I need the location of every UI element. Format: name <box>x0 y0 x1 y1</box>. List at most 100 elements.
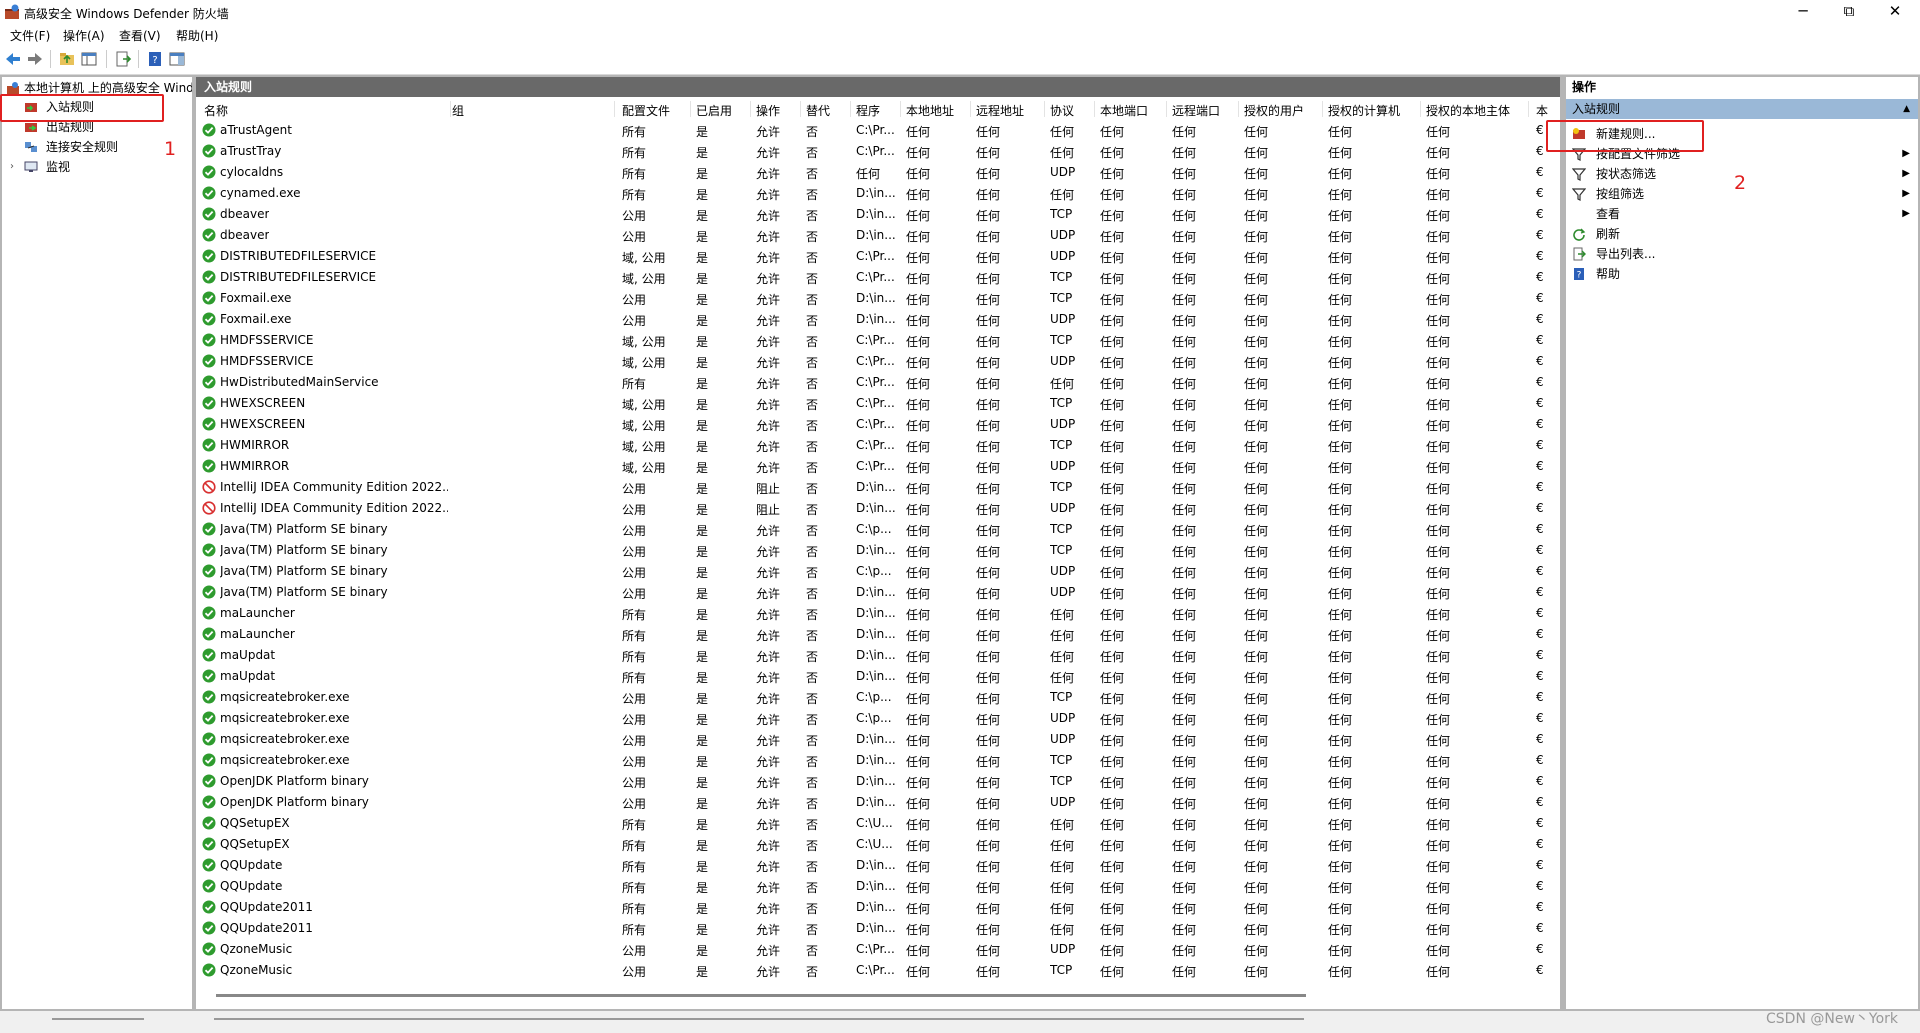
table-row[interactable]: QQUpdate 所有 是 允许 否 D:\in... 任何 任何 任何 任何 任何 任何 任何 任何 € <box>196 855 1560 876</box>
column-header[interactable]: 授权的计算机 <box>1328 102 1400 119</box>
column-divider[interactable] <box>1044 101 1045 117</box>
action-item[interactable]: 查看 ▶ <box>1566 203 1918 225</box>
show-hide-tree-icon[interactable] <box>80 50 98 68</box>
column-header[interactable]: 操作 <box>756 102 780 119</box>
column-header[interactable]: 程序 <box>856 102 880 119</box>
column-divider[interactable] <box>970 101 971 117</box>
table-row[interactable]: QQSetupEX 所有 是 允许 否 C:\U... 任何 任何 任何 任何 任何 任何 任何 任何 € <box>196 834 1560 855</box>
column-divider[interactable] <box>750 101 751 117</box>
rule-name: HMDFSSERVICE <box>220 333 314 347</box>
back-arrow-icon[interactable] <box>4 50 22 68</box>
table-row[interactable]: dbeaver 公用 是 允许 否 D:\in... 任何 任何 TCP 任何 任何 任何 任何 任何 € <box>196 204 1560 225</box>
table-row[interactable]: aTrustAgent 所有 是 允许 否 C:\Pr... 任何 任何 任何 任何 任何 任何 任何 任… <box>196 120 1560 141</box>
table-row[interactable]: HwDistributedMainService 所有 是 允许 否 C:\Pr... 任何… <box>196 372 1560 393</box>
table-row[interactable]: mqsicreatebroker.exe 公用 是 允许 否 D:\in... 任何 任何 UD… <box>196 729 1560 750</box>
column-header[interactable]: 组 <box>452 102 464 119</box>
column-header[interactable]: 远程地址 <box>976 102 1024 119</box>
up-folder-icon[interactable] <box>58 50 76 68</box>
action-item[interactable]: 导出列表... <box>1566 243 1918 265</box>
forward-arrow-icon[interactable] <box>26 50 44 68</box>
table-row[interactable]: HWEXSCREEN 域, 公用 是 允许 否 C:\Pr... 任何 任何 TCP 任何 任何 任何… <box>196 393 1560 414</box>
horizontal-scrollbar[interactable] <box>216 994 1306 997</box>
column-divider[interactable] <box>690 101 691 117</box>
column-divider[interactable] <box>1420 101 1421 117</box>
table-row[interactable]: maUpdat 所有 是 允许 否 D:\in... 任何 任何 任何 任何 任何 任何 任何 任何 € <box>196 645 1560 666</box>
action-item[interactable]: 刷新 <box>1566 223 1918 245</box>
export-list-icon[interactable] <box>114 50 132 68</box>
rule-name: HWEXSCREEN <box>220 417 306 431</box>
column-header[interactable]: 协议 <box>1050 102 1074 119</box>
table-row[interactable]: DISTRIBUTEDFILESERVICE 域, 公用 是 允许 否 C:\Pr... 任… <box>196 246 1560 267</box>
column-header[interactable]: 授权的本地主体 <box>1426 102 1510 119</box>
table-row[interactable]: HWMIRROR 域, 公用 是 允许 否 C:\Pr... 任何 任何 TCP 任何 任何 任何 任何… <box>196 435 1560 456</box>
table-row[interactable]: mqsicreatebroker.exe 公用 是 允许 否 C:\p... 任何 任何 UDP… <box>196 708 1560 729</box>
table-row[interactable]: Java(TM) Platform SE binary 公用 是 允许 否 C:\p...… <box>196 519 1560 540</box>
collapse-arrow-icon[interactable]: ▲ <box>1903 99 1910 119</box>
rule-protocol: UDP <box>1050 732 1076 746</box>
table-row[interactable]: mqsicreatebroker.exe 公用 是 允许 否 C:\p... 任何 任何 TCP… <box>196 687 1560 708</box>
column-header[interactable]: 已启用 <box>696 102 732 119</box>
action-item[interactable]: ? 帮助 <box>1566 263 1918 285</box>
column-divider[interactable] <box>1238 101 1239 117</box>
minimize-button[interactable]: ─ <box>1780 0 1826 24</box>
close-button[interactable]: ✕ <box>1872 0 1918 24</box>
menu-file[interactable]: 文件(F) <box>10 27 50 44</box>
column-header[interactable]: 替代 <box>806 102 830 119</box>
rule-profile: 域, 公用 <box>622 251 666 265</box>
table-row[interactable]: HWEXSCREEN 域, 公用 是 允许 否 C:\Pr... 任何 任何 UDP 任何 任何 任何… <box>196 414 1560 435</box>
column-header[interactable]: 授权的用户 <box>1244 102 1304 119</box>
table-row[interactable]: dbeaver 公用 是 允许 否 D:\in... 任何 任何 UDP 任何 任何 任何 任何 任何 € <box>196 225 1560 246</box>
rule-enabled: 是 <box>696 923 709 937</box>
table-row[interactable]: IntelliJ IDEA Community Edition 2022....… <box>196 498 1560 519</box>
column-divider[interactable] <box>800 101 801 117</box>
table-row[interactable]: Foxmail.exe 公用 是 允许 否 D:\in... 任何 任何 UDP 任何 任何 任何 任何… <box>196 309 1560 330</box>
column-divider[interactable] <box>1528 101 1529 117</box>
column-divider[interactable] <box>900 101 901 117</box>
table-row[interactable]: maUpdat 所有 是 允许 否 D:\in... 任何 任何 任何 任何 任何 任何 任何 任何 € <box>196 666 1560 687</box>
table-row[interactable]: maLauncher 所有 是 允许 否 D:\in... 任何 任何 任何 任何 任何 任何 任何 任何… <box>196 603 1560 624</box>
column-header[interactable]: 名称 <box>204 102 228 119</box>
table-row[interactable]: QQUpdate2011 所有 是 允许 否 D:\in... 任何 任何 任何 任何 任何 任何 任何… <box>196 918 1560 939</box>
table-row[interactable]: HMDFSSERVICE 域, 公用 是 允许 否 C:\Pr... 任何 任何 UDP 任何 任何… <box>196 351 1560 372</box>
rule-override: 否 <box>806 398 819 412</box>
table-row[interactable]: HMDFSSERVICE 域, 公用 是 允许 否 C:\Pr... 任何 任何 TCP 任何 任何… <box>196 330 1560 351</box>
expand-arrow-icon[interactable]: › <box>10 158 14 176</box>
actions-subheader[interactable]: 入站规则 ▲ <box>1566 99 1918 119</box>
table-row[interactable]: OpenJDK Platform binary 公用 是 允许 否 D:\in... 任何 任… <box>196 792 1560 813</box>
table-row[interactable]: QzoneMusic 公用 是 允许 否 C:\Pr... 任何 任何 TCP 任何 任何 任何 任何 任… <box>196 960 1560 981</box>
table-row[interactable]: Foxmail.exe 公用 是 允许 否 D:\in... 任何 任何 TCP 任何 任何 任何 任何… <box>196 288 1560 309</box>
column-header[interactable]: 本 <box>1536 102 1548 119</box>
table-row[interactable]: mqsicreatebroker.exe 公用 是 允许 否 D:\in... 任何 任何 TC… <box>196 750 1560 771</box>
menu-help[interactable]: 帮助(H) <box>176 27 218 44</box>
table-row[interactable]: cynamed.exe 所有 是 允许 否 D:\in... 任何 任何 任何 任何 任何 任何 任何 任… <box>196 183 1560 204</box>
table-row[interactable]: HWMIRROR 域, 公用 是 允许 否 C:\Pr... 任何 任何 UDP 任何 任何 任何 任何… <box>196 456 1560 477</box>
menu-action[interactable]: 操作(A) <box>63 27 105 44</box>
column-divider[interactable] <box>850 101 851 117</box>
column-divider[interactable] <box>1166 101 1167 117</box>
table-row[interactable]: Java(TM) Platform SE binary 公用 是 允许 否 C:\p...… <box>196 561 1560 582</box>
table-row[interactable]: Java(TM) Platform SE binary 公用 是 允许 否 D:\in..… <box>196 540 1560 561</box>
table-row[interactable]: maLauncher 所有 是 允许 否 D:\in... 任何 任何 任何 任何 任何 任何 任何 任何… <box>196 624 1560 645</box>
table-row[interactable]: QQUpdate 所有 是 允许 否 D:\in... 任何 任何 任何 任何 任何 任何 任何 任何 € <box>196 876 1560 897</box>
column-header[interactable]: 本地端口 <box>1100 102 1148 119</box>
column-divider[interactable] <box>450 101 451 117</box>
column-divider[interactable] <box>1322 101 1323 117</box>
table-row[interactable]: DISTRIBUTEDFILESERVICE 域, 公用 是 允许 否 C:\Pr... 任… <box>196 267 1560 288</box>
maximize-button[interactable]: ⧉ <box>1826 0 1872 24</box>
help-icon[interactable]: ? <box>146 50 164 68</box>
show-hide-action-pane-icon[interactable] <box>168 50 186 68</box>
column-header[interactable]: 配置文件 <box>622 102 670 119</box>
table-row[interactable]: cylocaldns 所有 是 允许 否 任何 任何 任何 UDP 任何 任何 任何 任何 任何 € <box>196 162 1560 183</box>
table-row[interactable]: QQUpdate2011 所有 是 允许 否 D:\in... 任何 任何 任何 任何 任何 任何 任何… <box>196 897 1560 918</box>
table-row[interactable]: QzoneMusic 公用 是 允许 否 C:\Pr... 任何 任何 UDP 任何 任何 任何 任何 任… <box>196 939 1560 960</box>
column-divider[interactable] <box>1094 101 1095 117</box>
table-row[interactable]: QQSetupEX 所有 是 允许 否 C:\U... 任何 任何 任何 任何 任何 任何 任何 任何 € <box>196 813 1560 834</box>
menu-view[interactable]: 查看(V) <box>119 27 161 44</box>
column-divider[interactable] <box>614 101 615 117</box>
table-row[interactable]: aTrustTray 所有 是 允许 否 C:\Pr... 任何 任何 任何 任何 任何 任何 任何 任何… <box>196 141 1560 162</box>
table-row[interactable]: IntelliJ IDEA Community Edition 2022....… <box>196 477 1560 498</box>
column-header[interactable]: 远程端口 <box>1172 102 1220 119</box>
table-row[interactable]: Java(TM) Platform SE binary 公用 是 允许 否 D:\in..… <box>196 582 1560 603</box>
table-row[interactable]: OpenJDK Platform binary 公用 是 允许 否 D:\in... 任何 任… <box>196 771 1560 792</box>
column-header[interactable]: 本地地址 <box>906 102 954 119</box>
